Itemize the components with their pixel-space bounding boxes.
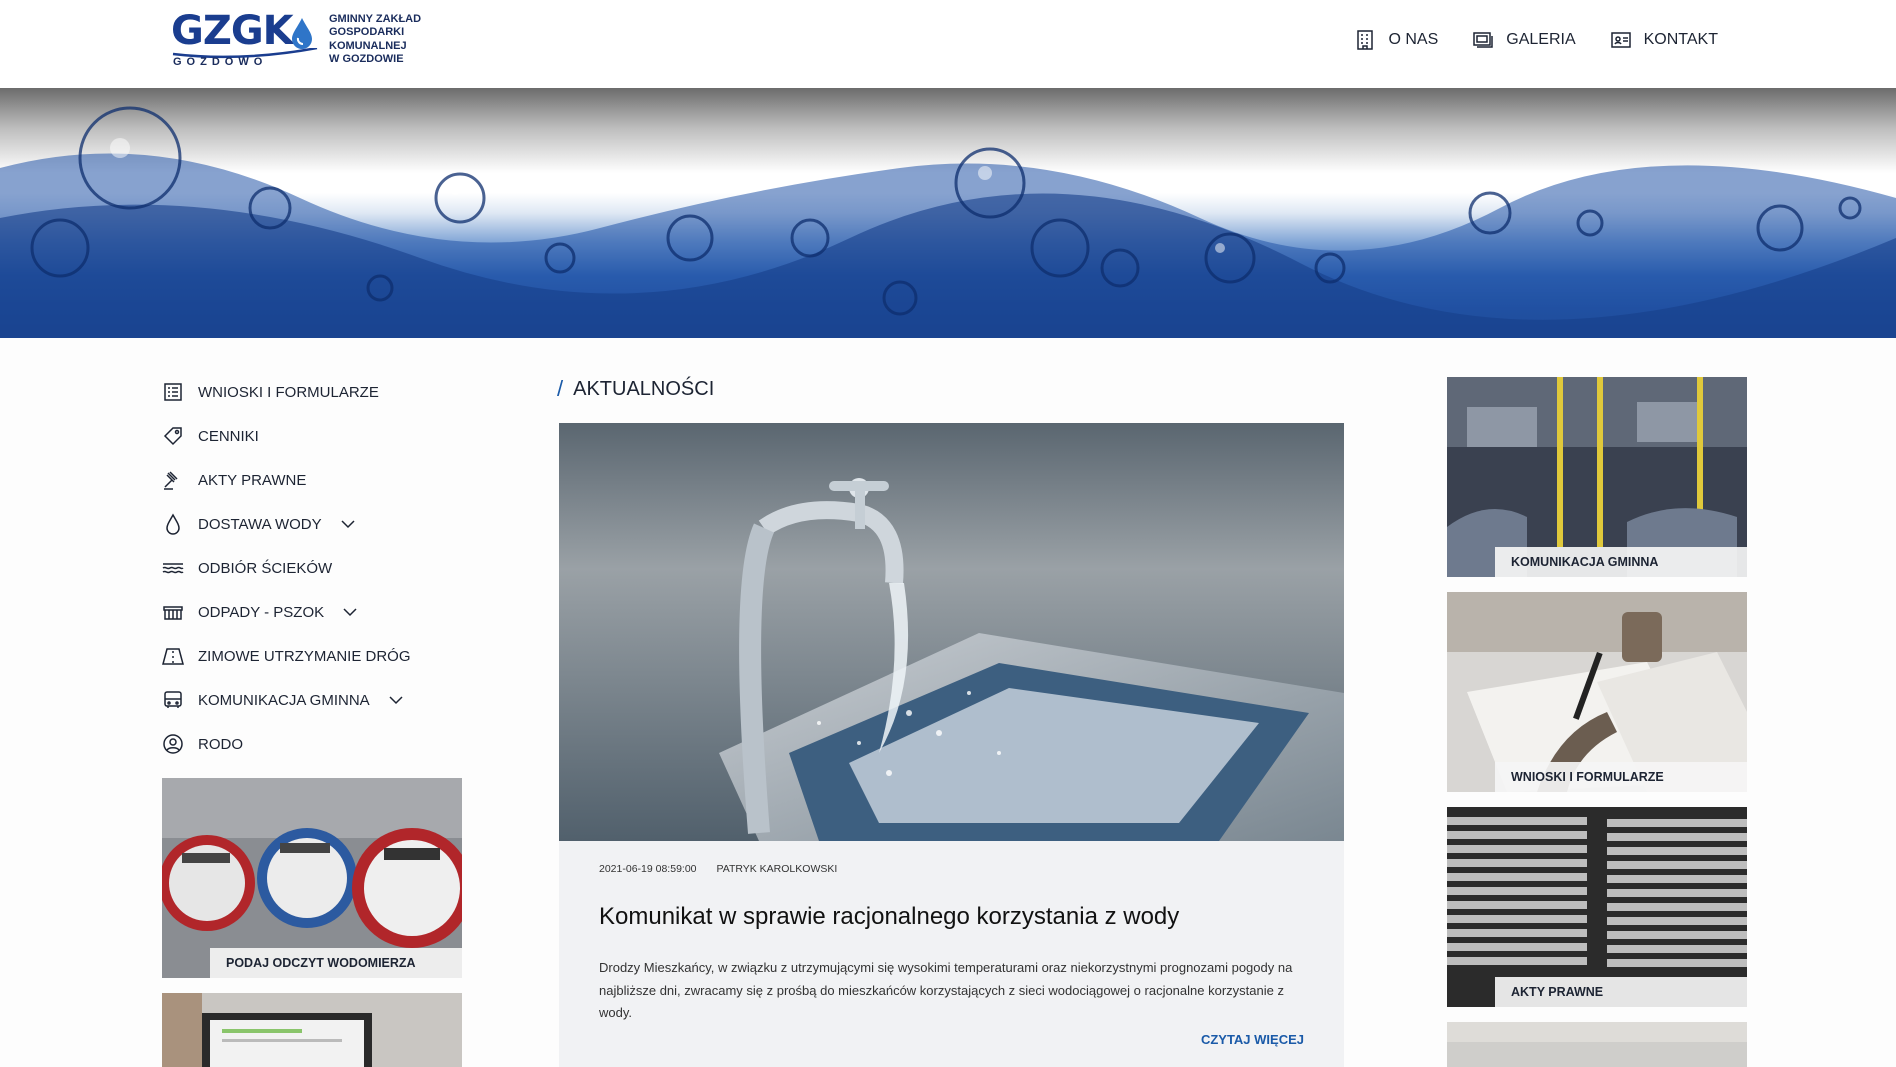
article-date: 2021-06-19 08:59:00 (599, 863, 697, 875)
article-image[interactable] (559, 423, 1344, 841)
chevron-down-icon[interactable] (340, 519, 356, 529)
news-article-card: 2021-06-19 08:59:00 PATRYK KAROLKOWSKI K… (559, 423, 1344, 1067)
chevron-down-icon[interactable] (342, 607, 358, 617)
tile-label: AKTY PRAWNE (1495, 977, 1747, 1007)
logo-name-line: GMINNY ZAKŁAD (329, 13, 422, 25)
logo-mark: GZGK GOZDOWO (171, 8, 321, 70)
section-title-text: AKTUALNOŚCI (573, 377, 715, 400)
sidebar-item-label: ZIMOWE UTRZYMANIE DRÓG (198, 647, 411, 665)
container-icon (163, 606, 183, 620)
site-logo[interactable]: GZGK GOZDOWO GMINNY ZAKŁAD GOSPODARKI KO… (171, 8, 431, 70)
section-title: / AKTUALNOŚCI (557, 376, 714, 402)
tile-komunikacja-gminna[interactable]: KOMUNIKACJA GMINNA (1447, 377, 1747, 577)
sidebar-item-cenniki[interactable]: CENNIKI (162, 414, 482, 458)
contact-card-icon (1610, 32, 1631, 48)
sidebar-item-label: CENNIKI (198, 427, 259, 445)
sidebar-item-label: DOSTAWA WODY (198, 515, 322, 533)
bus-icon (164, 691, 182, 708)
topnav-galeria[interactable]: GALERIA (1472, 28, 1576, 52)
logo-location: GOZDOWO (173, 56, 268, 68)
article-title[interactable]: Komunikat w sprawie racjonalnego korzyst… (599, 903, 1179, 931)
read-more-link[interactable]: CZYTAJ WIĘCEJ (1201, 1032, 1304, 1047)
water-splash-image (0, 106, 1896, 338)
sidebar-item-zimowe-utrzymanie[interactable]: ZIMOWE UTRZYMANIE DRÓG (162, 634, 482, 678)
logo-full-name: GMINNY ZAKŁAD GOSPODARKI KOMUNALNEJ W GO… (329, 13, 421, 67)
tile-fourth[interactable] (1447, 1022, 1747, 1067)
topnav-label: GALERIA (1506, 31, 1576, 48)
sidebar-item-akty-prawne[interactable]: AKTY PRAWNE (162, 458, 482, 502)
building-icon (1357, 30, 1374, 50)
user-circle-icon (163, 734, 183, 754)
water-drop-logo-icon (292, 18, 312, 49)
price-tag-icon (163, 427, 182, 446)
article-meta: 2021-06-19 08:59:00 PATRYK KAROLKOWSKI (599, 863, 837, 875)
sidebar-item-label: KOMUNIKACJA GMINNA (198, 691, 370, 709)
form-icon (164, 383, 182, 401)
article-author: PATRYK KAROLKOWSKI (716, 863, 838, 875)
tile-label: PODAJ ODCZYT WODOMIERZA (210, 948, 462, 978)
gallery-icon (1473, 32, 1494, 48)
logo-name-line: GOSPODARKI (329, 26, 405, 39)
gavel-icon (164, 471, 178, 490)
tile-odczyt-wodomierza[interactable]: PODAJ ODCZYT WODOMIERZA (162, 778, 462, 978)
topnav-label: O NAS (1388, 31, 1439, 48)
sidebar-item-komunikacja-gminna[interactable]: KOMUNIKACJA GMINNA (162, 678, 482, 722)
waves-icon (162, 563, 184, 574)
chevron-down-icon[interactable] (388, 695, 404, 705)
top-navigation: O NAS GALERIA KONTAKT (1354, 28, 1718, 52)
water-tap-image (559, 423, 1344, 841)
laptop-image (162, 993, 462, 1067)
logo-name-line: KOMUNALNEJ (329, 39, 407, 52)
article-excerpt: Drodzy Mieszkańcy, w związku z utrzymują… (599, 960, 1293, 1020)
tile-fourth-image (1447, 1022, 1747, 1067)
sidebar-item-odpady-pszok[interactable]: ODPADY - PSZOK (162, 590, 482, 634)
sidebar-item-wnioski[interactable]: WNIOSKI I FORMULARZE (162, 370, 482, 414)
section-slash-icon: / (557, 376, 564, 401)
sidebar-item-label: RODO (198, 735, 243, 753)
sidebar-item-label: ODPADY - PSZOK (198, 603, 325, 621)
site-header: GZGK GOZDOWO GMINNY ZAKŁAD GOSPODARKI KO… (0, 0, 1896, 88)
water-drop-icon (166, 513, 180, 535)
logo-name-line: W GOZDOWIE (329, 53, 404, 66)
topnav-kontakt[interactable]: KONTAKT (1610, 28, 1718, 52)
sidebar-item-label: AKTY PRAWNE (198, 471, 307, 489)
tile-wnioski-i-formularze[interactable]: WNIOSKI I FORMULARZE (1447, 592, 1747, 792)
road-icon (162, 648, 184, 665)
sidebar-navigation: WNIOSKI I FORMULARZE CENNIKI AKTY PRAWNE… (162, 370, 482, 766)
hero-banner-water (0, 88, 1896, 338)
sidebar-item-dostawa-wody[interactable]: DOSTAWA WODY (162, 502, 482, 546)
tile-label: KOMUNIKACJA GMINNA (1495, 547, 1747, 577)
topnav-label: KONTAKT (1643, 31, 1718, 48)
tile-laptop[interactable] (162, 993, 462, 1067)
topnav-o-nas[interactable]: O NAS (1354, 28, 1438, 52)
sidebar-item-label: ODBIÓR ŚCIEKÓW (198, 559, 333, 577)
tile-akty-prawne[interactable]: AKTY PRAWNE (1447, 807, 1747, 1007)
sidebar-item-label: WNIOSKI I FORMULARZE (198, 383, 379, 401)
tile-label: WNIOSKI I FORMULARZE (1495, 762, 1747, 792)
sidebar-item-odbior-sciekow[interactable]: ODBIÓR ŚCIEKÓW (162, 546, 482, 590)
sidebar-item-rodo[interactable]: RODO (162, 722, 482, 766)
